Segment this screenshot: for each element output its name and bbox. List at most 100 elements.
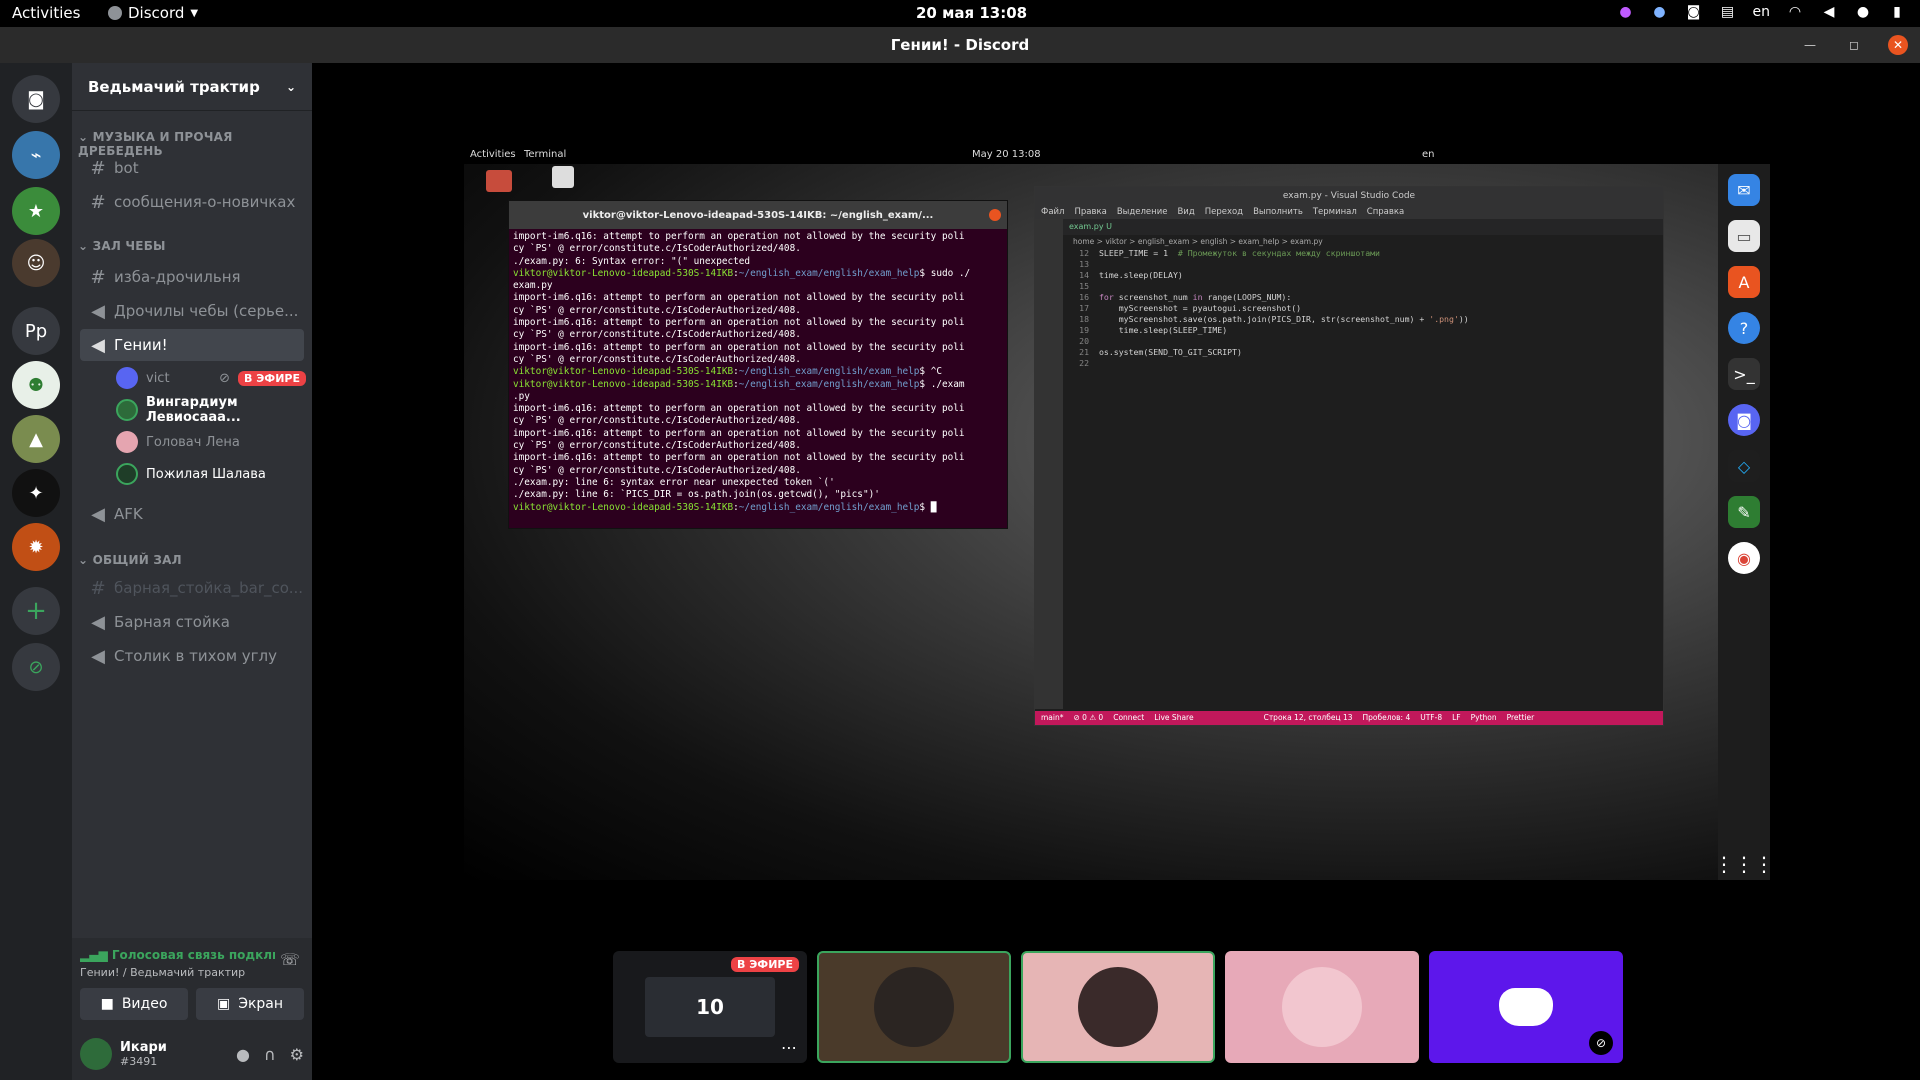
menu-item: Выполнить [1253, 207, 1303, 217]
channel-label: Гении! [114, 336, 168, 354]
user-tag: #3491 [120, 1055, 158, 1068]
avatar [116, 399, 138, 421]
channel-table[interactable]: ◀ Столик в тихом углу [80, 640, 304, 672]
category-header[interactable]: ⌄ ОБЩИЙ ЗАЛ [78, 553, 182, 567]
vscode-status-bar: main* ⊘ 0 ⚠ 0 Connect Live Share Строка … [1035, 711, 1663, 725]
vscode-breadcrumbs: home > viktor > english_exam > english >… [1073, 237, 1323, 246]
neon-server-icon[interactable]: ✦ [12, 469, 60, 517]
avatar [1282, 967, 1362, 1047]
hash-icon: # [90, 577, 106, 599]
system-top-bar: Activities Discord ▼ 20 мая 13:08 ● ● ◙ … [0, 0, 1920, 27]
muted-camera-icon: ⊘ [1589, 1031, 1613, 1055]
status-item: UTF-8 [1420, 713, 1443, 722]
headphones-icon[interactable]: ∩ [264, 1045, 276, 1064]
voice-status[interactable]: Голосовая связь подключ [112, 948, 275, 962]
activities-button[interactable]: Activities [12, 4, 80, 22]
participant-tile[interactable] [817, 951, 1011, 1063]
channel-sidebar: Ведьмачий трактир ⌄ ⌄ МУЗЫКА И ПРОЧАЯ ДР… [72, 63, 312, 1080]
channel-label: изба-дрочильня [114, 268, 241, 286]
files-icon: ▭ [1728, 220, 1760, 252]
more-options-icon[interactable]: ⋯ [781, 1038, 797, 1057]
status-item: LF [1452, 713, 1461, 722]
user-name: Икари [120, 1040, 167, 1055]
screen-button[interactable]: ▣ Экран [196, 988, 304, 1020]
channel-afk[interactable]: ◀ AFK [80, 498, 304, 530]
participant-tile[interactable] [1225, 951, 1419, 1063]
close-button[interactable]: ✕ [1888, 35, 1908, 55]
terminal-icon: >_ [1728, 358, 1760, 390]
status-item: Prettier [1506, 713, 1535, 722]
channel-newbies[interactable]: # сообщения-о-новичках [80, 186, 304, 218]
language-indicator[interactable]: en [1753, 4, 1771, 20]
wifi-icon[interactable]: ◠ [1786, 3, 1804, 21]
screen-share-icon: ▣ [216, 996, 231, 1012]
chrome-icon: ◉ [1728, 542, 1760, 574]
landscape-server-icon[interactable]: ▲ [12, 415, 60, 463]
settings-gear-icon[interactable]: ⚙ [290, 1045, 304, 1064]
bot-server-icon[interactable]: ⚉ [12, 361, 60, 409]
tray-discord-icon[interactable]: ◙ [1685, 3, 1703, 21]
status-item: Live Share [1154, 713, 1194, 722]
hash-icon: # [90, 191, 106, 213]
vscode-icon: ◇ [1728, 450, 1760, 482]
avatar[interactable] [80, 1038, 112, 1070]
category-header[interactable]: ⌄ ЗАЛ ЧЕБЫ [78, 239, 166, 253]
channel-bar[interactable]: ◀ Барная стойка [80, 606, 304, 638]
maximize-button[interactable]: ◻ [1844, 35, 1864, 55]
voice-user[interactable]: vict ⊘ В ЭФИРЕ [116, 364, 306, 392]
discord-home-icon[interactable]: ◙ [12, 75, 60, 123]
tray-globe-icon[interactable]: ● [1651, 3, 1669, 21]
app-menu[interactable]: Discord ▼ [108, 4, 198, 22]
tray-app-icon[interactable]: ● [1617, 3, 1635, 21]
video-button[interactable]: ■ Видео [80, 988, 188, 1020]
participant-tile[interactable] [1021, 951, 1215, 1063]
voice-user-name: vict [146, 370, 170, 386]
add-server-icon[interactable]: + [12, 587, 60, 635]
app-menu-label: Discord [128, 4, 185, 22]
participant-tile-stream[interactable]: В ЭФИРЕ 10 ⋯ [613, 951, 807, 1063]
compass-icon[interactable]: ⊘ [12, 643, 60, 691]
clock[interactable]: 20 мая 13:08 [916, 4, 1027, 22]
status-item: main* [1041, 713, 1064, 722]
orange-server-icon[interactable]: ✹ [12, 523, 60, 571]
vscode-tab: exam.py U [1063, 219, 1663, 235]
channel-label: AFK [114, 505, 143, 523]
menu-item: Выделение [1116, 207, 1168, 217]
avatar [116, 367, 138, 389]
channel-bar-co[interactable]: # барная_стойка_bar_co... [80, 572, 304, 604]
software-center-icon: A [1728, 266, 1760, 298]
vscode-activity-bar [1035, 219, 1063, 709]
discord-icon: ◙ [1728, 404, 1760, 436]
disconnect-icon[interactable]: ☏ [280, 950, 300, 969]
channel-drochily[interactable]: ◀ Дрочилы чебы (серье... [80, 295, 304, 327]
guild-header[interactable]: Ведьмачий трактир ⌄ [72, 63, 312, 111]
voice-user[interactable]: Вингардиум Левиосааа... [116, 395, 306, 425]
vscode-title: exam.py - Visual Studio Code [1035, 187, 1663, 205]
category-label: ЗАЛ ЧЕБЫ [92, 239, 166, 253]
clipboard-icon[interactable]: ▤ [1719, 3, 1737, 21]
python-server-icon[interactable]: ⌁ [12, 131, 60, 179]
pp-server-icon[interactable]: Pp [12, 307, 60, 355]
channel-izba[interactable]: # изба-дрочильня [80, 261, 304, 293]
voice-stage: Activities Terminal May 20 13:08 en vikt… [312, 63, 1920, 1080]
avatar-server-icon[interactable]: ☺ [12, 239, 60, 287]
channel-genii[interactable]: ◀ Гении! [80, 329, 304, 361]
menu-item: Справка [1366, 207, 1405, 217]
microphone-icon[interactable]: ● [236, 1045, 250, 1064]
volume-icon[interactable]: ◀ [1820, 3, 1838, 21]
screen-share-view[interactable]: Activities Terminal May 20 13:08 en vikt… [464, 146, 1770, 880]
participant-tile[interactable]: ⊘ [1429, 951, 1623, 1063]
channel-bot[interactable]: # bot [80, 152, 304, 184]
voice-location[interactable]: Гении! / Ведьмачий трактир [80, 966, 245, 979]
guild-name: Ведьмачий трактир [88, 77, 260, 96]
battery-icon[interactable]: ▮ [1888, 3, 1906, 21]
microphone-icon[interactable]: ● [1854, 3, 1872, 21]
menu-item: Вид [1177, 207, 1195, 217]
terminal-output: import-im6.q16: attempt to perform an op… [513, 231, 971, 513]
voice-user[interactable]: Головач Лена [116, 428, 306, 456]
minimize-button[interactable]: — [1800, 35, 1820, 55]
voice-user[interactable]: Пожилая Шалава [116, 460, 306, 488]
steam-server-icon[interactable]: ★ [12, 187, 60, 235]
shared-clock: May 20 13:08 [972, 149, 1041, 160]
shared-dock: ✉ ▭ A ? >_ ◙ ◇ ✎ ◉ ⋮⋮⋮ [1714, 164, 1770, 880]
